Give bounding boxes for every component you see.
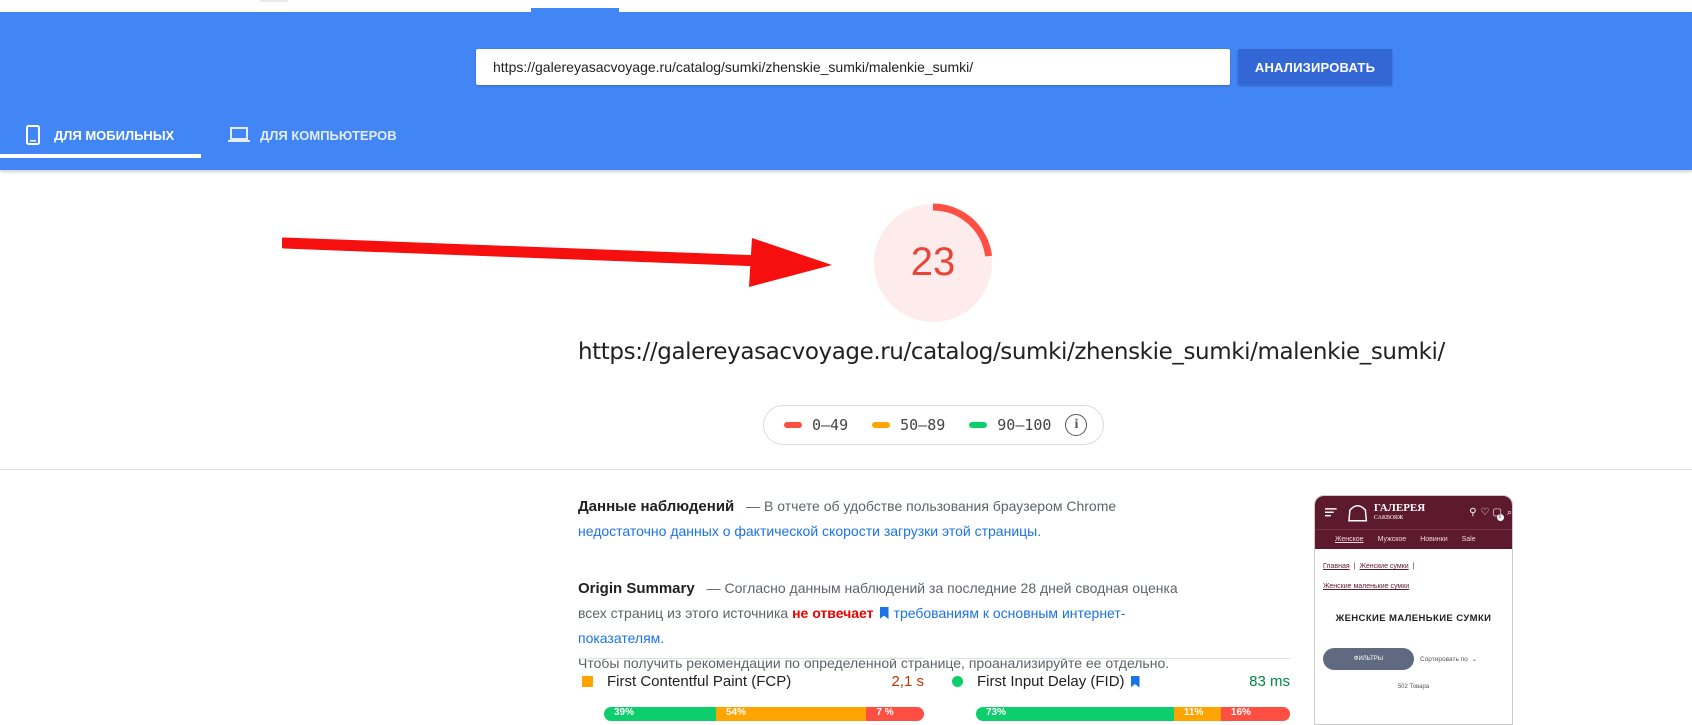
legend-item-poor: 0–49 (784, 416, 848, 434)
circle-marker-icon (952, 676, 963, 687)
red-arrow-annotation (282, 237, 832, 287)
dist-average: 11% (1173, 707, 1221, 721)
square-marker-icon (582, 676, 593, 687)
field-data-text: — В отчете об удобстве пользования брауз… (746, 498, 1117, 514)
preview-count: 502 Товара (1397, 684, 1430, 690)
info-icon[interactable]: i (1065, 414, 1088, 436)
legend-label: 0–49 (812, 416, 849, 434)
dist-poor: 16% (1220, 707, 1290, 721)
cart-icon: ▢ 0 (1492, 507, 1504, 521)
wand-icon: ⚲ (1469, 507, 1477, 518)
preview-breadcrumbs: Главная | Женские сумки | Женские маленькие… (1315, 549, 1512, 597)
preview-filters: ФИЛЬТРЫ Сортировать по ⌄ (1323, 648, 1512, 670)
performance-score: 23 (910, 240, 956, 284)
metric-divider (578, 658, 924, 659)
crumb: Главная (1323, 563, 1350, 570)
distribution-bar: 73% 11% 16% (976, 707, 1290, 721)
preview-cat: Новинки (1420, 536, 1448, 543)
legend-label: 50–89 (900, 416, 946, 434)
field-data-title: Данные наблюдений (578, 498, 735, 515)
legend-swatch (784, 422, 802, 428)
crumb-sep: | (1353, 563, 1356, 570)
page-screenshot-preview: ГАЛЕРЕЯ САКВОЯЖ ⚲ ♡ ▢ 0 ⌕ Женское Мужское… (1314, 495, 1513, 725)
preview-categories: Женское Мужское Новинки Sale (1315, 529, 1512, 549)
dist-good: 73% (976, 707, 1174, 721)
logo-subtitle: САКВОЯЖ (1373, 514, 1404, 521)
preview-header: ГАЛЕРЕЯ САКВОЯЖ ⚲ ♡ ▢ 0 ⌕ (1315, 496, 1512, 529)
bag-logo-icon (1347, 504, 1367, 521)
heart-icon: ♡ (1480, 507, 1490, 518)
tab-mobile-label: ДЛЯ МОБИЛЬНЫХ (54, 127, 175, 143)
preview-cat: Sale (1461, 536, 1476, 543)
crumb: Женские маленькие сумки (1323, 583, 1410, 590)
origin-status: не отвечает (792, 605, 874, 621)
preview-page-title: ЖЕНСКИЕ МАЛЕНЬКИЕ СУМКИ (1335, 613, 1492, 624)
score-legend: 0–49 50–89 90–100 i (763, 405, 1104, 445)
distribution-bar: 39% 54% 7 % (604, 707, 924, 721)
origin-summary-section: Origin Summary — Согласно данным наблюде… (578, 576, 1208, 676)
cart-count: 0 (1496, 514, 1504, 521)
crumb-sep: | (1412, 563, 1415, 570)
dist-good: 39% (604, 707, 716, 721)
legend-label: 90–100 (997, 416, 1052, 434)
metric-fcp: First Contentful Paint (FCP) (582, 673, 791, 690)
smartphone-icon (22, 124, 44, 146)
metric-fid: First Input Delay (FID) (952, 673, 1145, 690)
preview-sort: Сортировать по (1420, 655, 1468, 663)
origin-summary-title: Origin Summary (578, 580, 695, 597)
menu-icon (1325, 508, 1337, 517)
analyze-button[interactable]: АНАЛИЗИРОВАТЬ (1238, 49, 1392, 85)
legend-swatch (872, 422, 891, 428)
bookmark-icon (1130, 675, 1140, 688)
preview-filters-button: ФИЛЬТРЫ (1323, 648, 1414, 670)
bookmark-icon (879, 607, 889, 619)
metric-name: First Contentful Paint (FCP) (607, 673, 792, 690)
field-data-section: Данные наблюдений — В отчете об удобстве… (578, 494, 1208, 544)
search-icon: ⌕ (1506, 507, 1512, 517)
metric-value: 83 ms (1249, 673, 1290, 690)
analyzed-url: https://galereyasacvoyage.ru/catalog/sum… (578, 339, 1445, 365)
chevron-down-icon: ⌄ (1471, 656, 1478, 663)
legend-swatch (969, 422, 988, 428)
crumb: Женские сумки (1359, 563, 1409, 570)
preview-cat: Мужское (1377, 536, 1407, 543)
section-divider (0, 469, 1692, 470)
laptop-icon (228, 124, 250, 146)
top-tab-ghost (260, 0, 288, 2)
url-input[interactable] (476, 49, 1230, 85)
metric-divider (950, 658, 1290, 659)
tab-desktop[interactable]: ДЛЯ КОМПЬЮТЕРОВ (228, 115, 428, 155)
preview-logo: ГАЛЕРЕЯ САКВОЯЖ (1373, 501, 1426, 523)
field-data-link[interactable]: недостаточно данных о фактической скорос… (578, 523, 1041, 539)
top-strip (0, 0, 1692, 12)
dist-poor: 7 % (866, 707, 924, 721)
metric-value: 2,1 s (891, 673, 924, 690)
legend-item-average: 50–89 (872, 416, 945, 434)
tab-desktop-label: ДЛЯ КОМПЬЮТЕРОВ (260, 127, 397, 143)
logo-title: ГАЛЕРЕЯ (1373, 501, 1426, 514)
active-tab-underline (0, 154, 201, 158)
dist-average: 54% (716, 707, 867, 721)
legend-item-good: 90–100 (969, 416, 1051, 434)
preview-cat: Женское (1335, 536, 1364, 543)
tab-mobile[interactable]: ДЛЯ МОБИЛЬНЫХ (22, 115, 201, 155)
metric-name: First Input Delay (FID) (977, 673, 1125, 690)
